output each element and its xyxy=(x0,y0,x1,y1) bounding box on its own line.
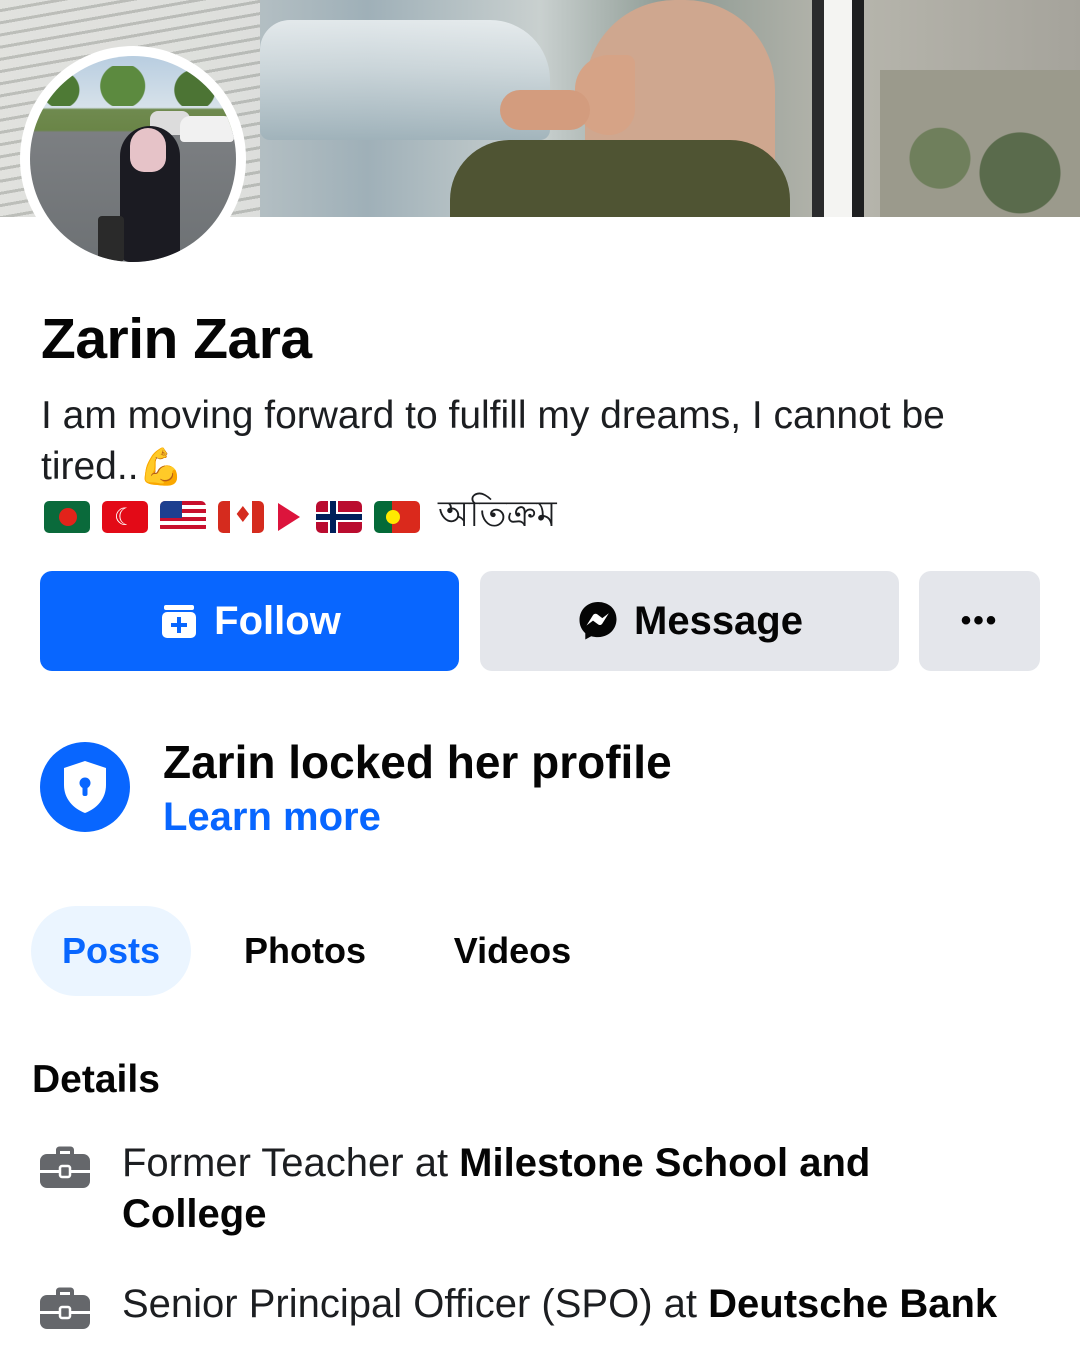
tab-photos[interactable]: Photos xyxy=(225,906,385,996)
follow-icon xyxy=(158,600,200,642)
profile-page: Zarin Zara I am moving forward to fulfil… xyxy=(0,0,1080,1350)
avatar-person-head xyxy=(130,128,166,172)
briefcase-icon xyxy=(38,1285,92,1333)
cover-trees xyxy=(880,70,1080,217)
detail-work-text: Former Teacher at Milestone School and C… xyxy=(122,1138,1002,1240)
flexed-biceps-emoji: 💪 xyxy=(138,446,184,487)
avatar-suitcase xyxy=(98,216,124,262)
details-heading: Details xyxy=(32,1058,160,1101)
portugal-flag-icon xyxy=(374,501,420,533)
follow-button[interactable]: Follow xyxy=(40,571,459,671)
detail-work-role: Senior Principal Officer (SPO) at xyxy=(122,1282,709,1326)
profile-avatar[interactable] xyxy=(20,46,246,272)
detail-work-org[interactable]: Deutsche Bank xyxy=(708,1282,997,1326)
message-button[interactable]: Message xyxy=(480,571,899,671)
united-states-flag-icon xyxy=(160,501,206,533)
avatar-photo xyxy=(30,56,236,262)
message-button-label: Message xyxy=(634,598,803,643)
avatar-car xyxy=(180,116,234,142)
detail-item-work: Senior Principal Officer (SPO) at Deutsc… xyxy=(38,1279,1078,1333)
tab-posts[interactable]: Posts xyxy=(31,906,191,996)
norway-flag-icon xyxy=(316,501,362,533)
canada-flag-icon xyxy=(218,501,264,533)
locked-profile-title: Zarin locked her profile xyxy=(163,736,672,788)
locked-profile-shield-icon xyxy=(40,742,130,832)
profile-bio: I am moving forward to fulfill my dreams… xyxy=(41,390,1051,492)
nepal-flag-icon xyxy=(276,501,304,533)
turkey-flag-icon xyxy=(102,501,148,533)
detail-work-role: Former Teacher at xyxy=(122,1141,460,1185)
profile-name: Zarin Zara xyxy=(41,307,312,371)
cover-person-sweater xyxy=(450,140,790,217)
bio-flags-row: অতিক্রম xyxy=(44,494,557,539)
learn-more-link[interactable]: Learn more xyxy=(163,795,381,840)
messenger-icon xyxy=(576,599,620,643)
more-options-button[interactable]: ••• xyxy=(919,571,1040,671)
tab-videos[interactable]: Videos xyxy=(430,906,595,996)
avatar-trees xyxy=(30,66,236,106)
cover-window-frame xyxy=(812,0,882,217)
cover-person-hand xyxy=(500,90,590,130)
detail-work-text: Senior Principal Officer (SPO) at Deutsc… xyxy=(122,1279,997,1330)
briefcase-icon xyxy=(38,1144,92,1192)
bangladesh-flag-icon xyxy=(44,501,90,533)
follow-button-label: Follow xyxy=(214,598,341,643)
more-dots-icon: ••• xyxy=(960,604,999,637)
detail-item-work: Former Teacher at Milestone School and C… xyxy=(38,1138,1038,1240)
bio-bengali-text: অতিক্রম xyxy=(438,494,557,535)
